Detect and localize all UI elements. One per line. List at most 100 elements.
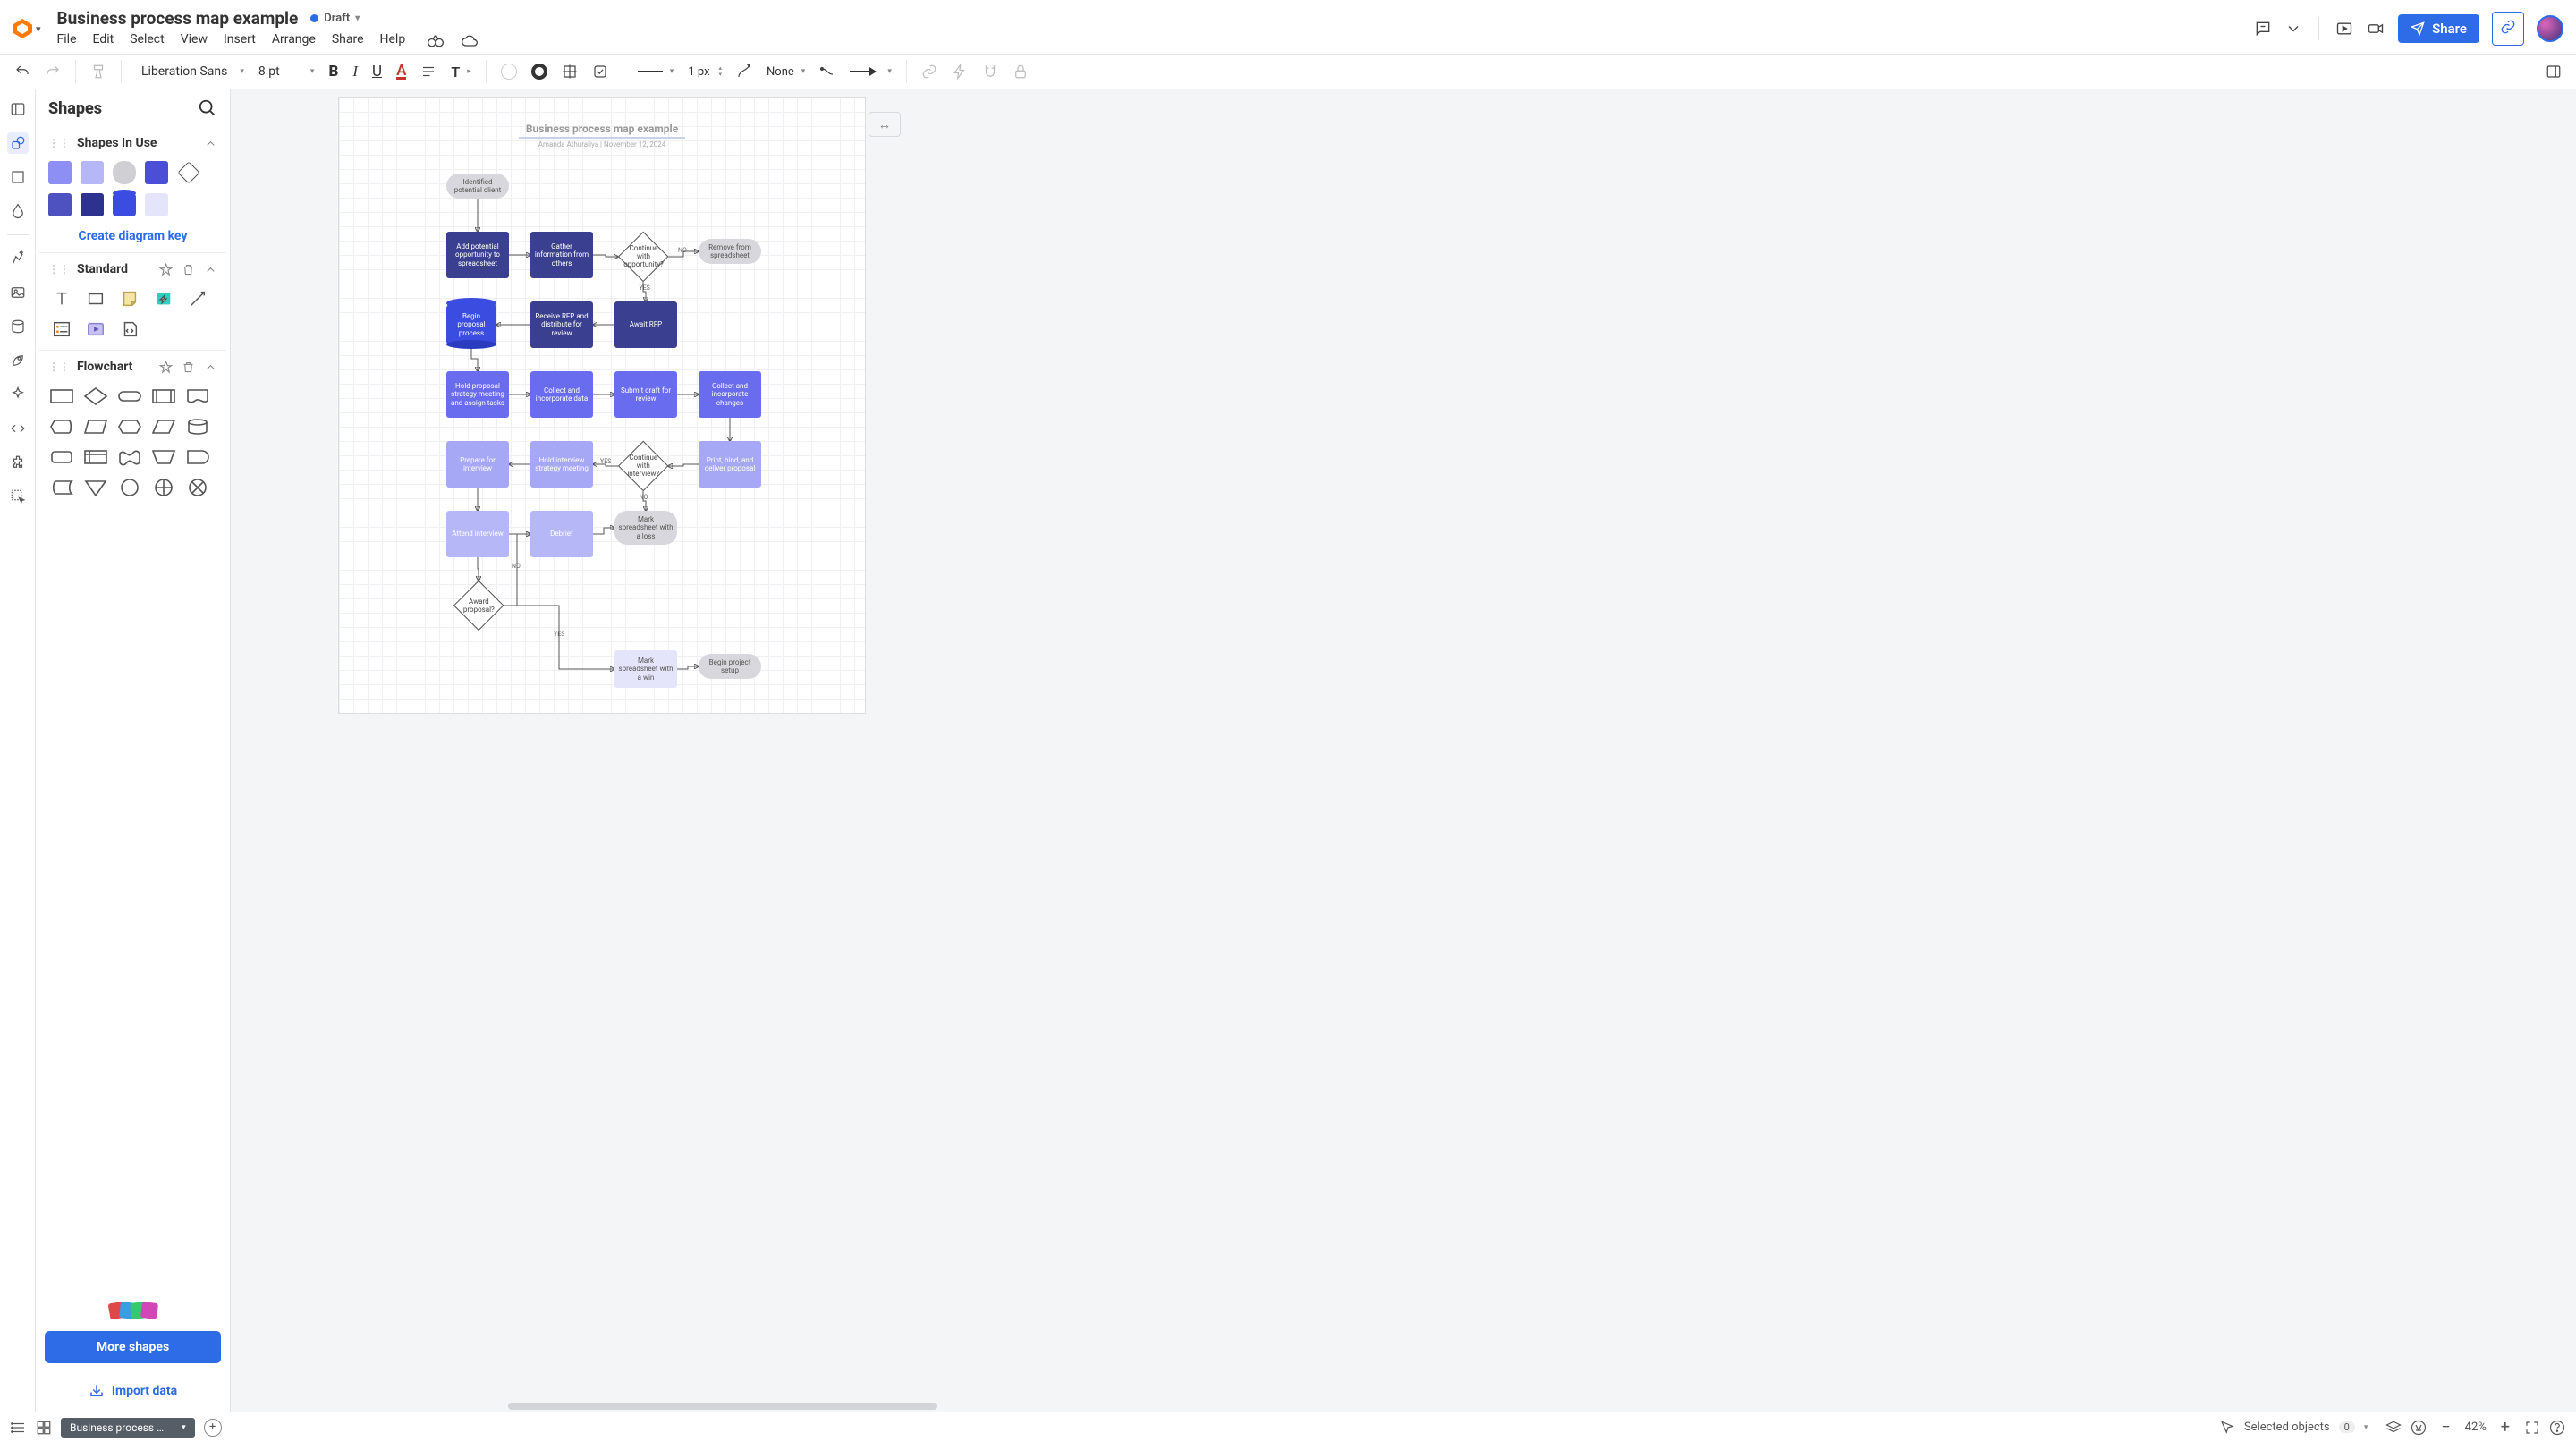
swatch[interactable] [80,161,104,184]
menu-arrange[interactable]: Arrange [272,32,316,50]
flow-node[interactable]: Award proposal? [453,580,504,631]
rail-smart-icon[interactable] [7,384,29,405]
drag-handle-icon[interactable]: ⋮⋮ [48,360,70,373]
app-logo[interactable] [13,19,32,38]
fc-data[interactable] [82,415,109,438]
underline-button[interactable]: U [367,59,387,84]
layers-icon[interactable] [2385,1420,2402,1436]
flow-node[interactable]: Continue with opportunity? [617,231,668,282]
help-icon[interactable] [2549,1420,2565,1436]
menu-select[interactable]: Select [130,32,164,50]
user-avatar[interactable] [2537,15,2563,42]
flow-node[interactable]: Hold proposal strategy meeting and assig… [446,371,509,418]
fc-io[interactable] [150,415,177,438]
rail-launch-icon[interactable] [7,350,29,371]
selected-caret-icon[interactable]: ▾ [2364,1423,2368,1432]
swatch[interactable] [177,161,199,183]
rail-panels-icon[interactable] [7,98,29,120]
bold-button[interactable]: B [323,59,343,84]
shape-video[interactable] [82,318,109,341]
swatch[interactable] [145,161,168,184]
binoculars-icon[interactable] [427,32,445,50]
flow-node[interactable]: Add potential opportunity to spreadsheet [446,232,509,278]
font-color-button[interactable]: A [391,61,411,83]
flow-node[interactable]: Submit draft for review [614,371,677,418]
comment-icon[interactable] [2254,20,2272,38]
flow-node[interactable]: Remove from spreadsheet [699,239,761,264]
stroke-color-button[interactable] [526,60,553,83]
search-icon[interactable] [198,98,217,118]
logo-caret-icon[interactable]: ▾ [36,23,41,35]
line-start-button[interactable] [814,60,841,83]
page-tab[interactable]: Business process …▾ [61,1418,195,1438]
shape-note[interactable] [116,287,143,310]
trash-icon[interactable] [182,263,195,276]
present-icon[interactable] [2335,20,2353,38]
line-end-button[interactable]: ▾ [844,64,897,80]
document-title[interactable]: Business process map example [57,8,299,29]
fc-tape[interactable] [116,445,143,469]
menu-insert[interactable]: Insert [224,32,256,50]
rail-data-icon[interactable] [7,316,29,337]
status-chip[interactable]: Draft ▾ [310,12,360,25]
rail-fill-icon[interactable] [7,200,29,222]
fc-db[interactable] [184,415,211,438]
flow-node[interactable]: Receive RFP and distribute for review [530,301,593,348]
fc-document[interactable] [184,385,211,408]
trash-icon[interactable] [182,360,195,374]
expand-page-button[interactable]: ↔ [869,112,901,137]
flow-node[interactable]: Mark spreadsheet with a win [614,650,677,688]
flow-node[interactable]: Gather information from others [530,232,593,278]
rail-select-icon[interactable] [7,486,29,507]
swatch[interactable] [113,161,136,184]
line-width-input[interactable]: 1 px▴▾ [682,62,727,82]
shape-rect[interactable] [82,287,109,310]
rail-shapes-icon[interactable] [7,132,29,154]
fc-display[interactable] [48,415,75,438]
fc-sum[interactable] [184,476,211,499]
add-page-button[interactable]: + [204,1419,222,1437]
rail-containers-icon[interactable] [7,166,29,188]
menu-edit[interactable]: Edit [93,32,114,50]
menu-view[interactable]: View [181,32,208,50]
lock-button[interactable] [1007,60,1034,83]
shape-text[interactable] [48,287,75,310]
swatch[interactable] [48,161,72,184]
zoom-in-button[interactable]: + [2496,1418,2515,1437]
flow-node[interactable]: Collect and incorporate changes [699,371,761,418]
diagram-title[interactable]: Business process map example [519,123,685,139]
import-data-link[interactable]: Import data [36,1370,230,1412]
star-icon[interactable] [159,360,173,374]
format-painter-button[interactable] [85,60,112,83]
flow-node[interactable]: Print, bind, and deliver proposal [699,441,761,488]
shape-line[interactable] [184,287,211,310]
toggle-right-panel-button[interactable] [2540,60,2567,83]
magnetize-button[interactable] [977,60,1004,83]
fc-process[interactable] [48,385,75,408]
flow-node[interactable]: Begin proposal process [446,303,496,346]
line-dash-select[interactable]: None▾ [761,62,810,82]
more-shapes-button[interactable]: More shapes [45,1331,221,1363]
line-style-button[interactable]: ▾ [632,64,680,80]
fc-manual[interactable] [150,445,177,469]
record-icon[interactable] [2366,20,2385,38]
create-key-link[interactable]: Create diagram key [48,229,217,243]
shape-options-button[interactable] [587,60,614,83]
chevron-up-icon[interactable] [204,360,217,374]
swatch[interactable] [80,193,104,216]
fc-or[interactable] [150,476,177,499]
flow-node[interactable]: Prepare for interview [446,441,509,488]
fc-internal[interactable] [82,445,109,469]
font-select[interactable]: Liberation Sans▾ [131,61,250,82]
copy-link-button[interactable] [2492,12,2524,46]
undo-button[interactable] [9,60,36,83]
menu-share[interactable]: Share [332,32,364,50]
canvas[interactable]: Business process map example Amanda Athu… [231,89,2576,1412]
swatch[interactable] [145,193,168,216]
shape-list[interactable] [48,318,75,341]
menu-file[interactable]: File [57,32,77,50]
star-icon[interactable] [159,263,173,276]
align-button[interactable] [415,60,442,83]
fc-connector[interactable] [116,476,143,499]
rail-image-icon[interactable] [7,282,29,303]
